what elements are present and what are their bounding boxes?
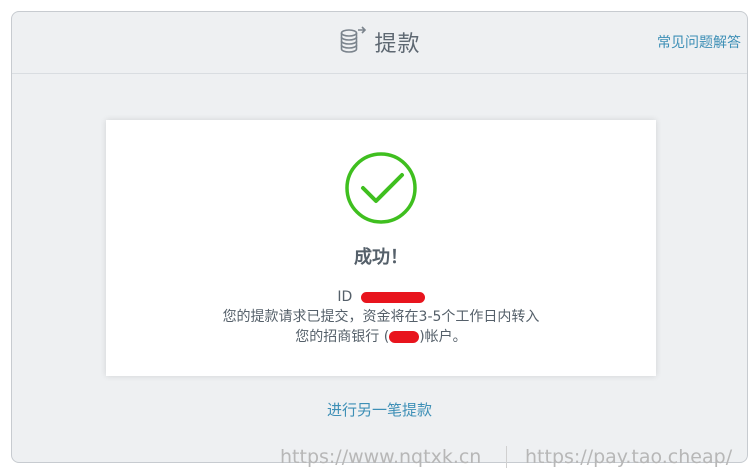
watermark-divider xyxy=(506,446,507,468)
id-label: ID xyxy=(337,289,353,305)
confirmation-message: 您的提款请求已提交，资金将在3-5个工作日内转入 您的招商银行 ( )帐户。 xyxy=(106,307,656,347)
header-bar: 提款 常见问题解答 xyxy=(12,12,747,74)
message-line-1: 您的提款请求已提交，资金将在3-5个工作日内转入 xyxy=(222,309,540,325)
withdrawal-window: 提款 常见问题解答 成功！ ID 您的提款请求已提交，资金将在3-5个工作日内转… xyxy=(11,11,748,463)
watermark-right: https://pay.tao.cheap/ xyxy=(525,446,733,468)
page-title: 提款 xyxy=(374,32,421,57)
redacted-account xyxy=(389,331,420,343)
redacted-id xyxy=(360,291,425,303)
faq-link[interactable]: 常见问题解答 xyxy=(657,32,741,52)
message-line-2: 您的招商银行 ( )帐户。 xyxy=(106,327,656,347)
transaction-id: ID xyxy=(106,289,656,305)
page-title-group: 提款 xyxy=(12,26,747,58)
success-heading: 成功！ xyxy=(354,247,408,268)
message-line-2-suffix: )帐户。 xyxy=(419,329,467,345)
message-line-2-prefix: 您的招商银行 ( xyxy=(295,329,390,345)
coin-stack-icon xyxy=(338,25,368,59)
success-card: 成功！ ID 您的提款请求已提交，资金将在3-5个工作日内转入 您的招商银行 (… xyxy=(106,120,656,376)
another-withdrawal-link[interactable]: 进行另一笔提款 xyxy=(12,399,747,420)
check-circle-icon xyxy=(343,150,419,230)
watermark-left: https://www.nqtxk.cn xyxy=(280,446,482,468)
